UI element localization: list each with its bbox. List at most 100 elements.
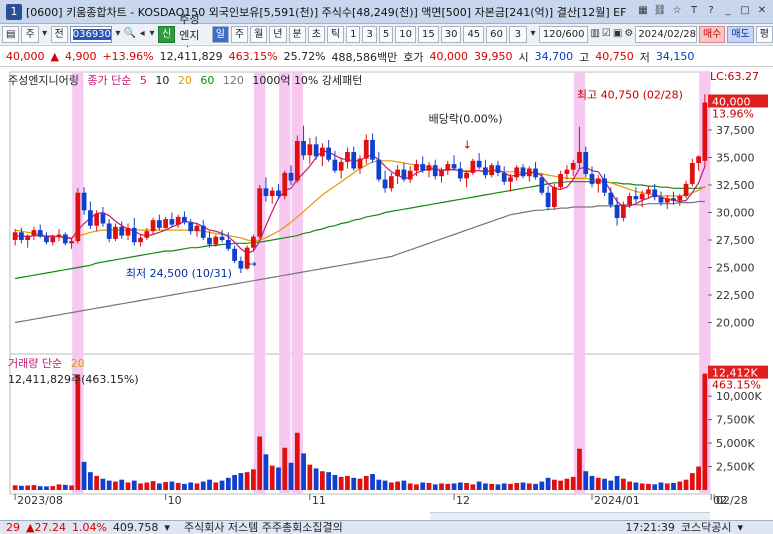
grid-toggle-icon[interactable]: ▤ (2, 26, 20, 43)
minute-15-button[interactable]: 15 (417, 26, 439, 43)
candle-body (520, 167, 526, 177)
candle-body (646, 189, 651, 194)
candle-body (451, 164, 457, 169)
grid-icon[interactable]: ▦ (636, 4, 650, 18)
gear-icon[interactable]: ⚙ (624, 26, 633, 43)
stock-code-input[interactable]: 036930 (69, 26, 112, 43)
period-main-button[interactable]: 주 (21, 26, 39, 43)
news-ticker[interactable]: 주식회사 저스템 주주총회소집결의 (184, 521, 343, 534)
high-label: 고 (579, 50, 590, 64)
volume-bar (307, 464, 313, 490)
highlight-column (573, 72, 586, 354)
minute-60-button[interactable]: 60 (486, 26, 507, 43)
price-legend: 주성엔지니어링 종가 단순 5 10 20 60 120 1000억 10% 강… (8, 72, 367, 88)
minimize-icon[interactable]: _ (721, 4, 735, 18)
price-tick-label: 25,000 (716, 262, 755, 275)
minute-30-button[interactable]: 30 (440, 26, 462, 43)
minute-10-button[interactable]: 10 (395, 26, 416, 43)
minute-3-button[interactable]: 3 (362, 26, 377, 43)
help-icon[interactable]: ? (704, 4, 718, 18)
buy-button[interactable]: 매수 (698, 26, 726, 43)
candle-body (319, 147, 325, 157)
volume-bar (689, 473, 695, 490)
chevron-down-icon[interactable]: ▾ (164, 521, 170, 534)
period-day-button[interactable]: 일 (211, 26, 229, 43)
period-month-button[interactable]: 월 (250, 26, 268, 43)
volume-bar (526, 483, 532, 490)
font-icon[interactable]: T (687, 4, 701, 18)
chart-scrollbar[interactable] (430, 512, 710, 520)
chevron-down-icon[interactable]: ▾ (41, 26, 49, 43)
volume-bar (326, 472, 332, 490)
volume-bar (301, 453, 306, 490)
candle-body (200, 225, 206, 238)
prev-button[interactable]: 전 (50, 26, 68, 43)
volume-bar (545, 477, 551, 490)
period-year-button[interactable]: 년 (269, 26, 287, 43)
stock-code-value: 036930 (72, 29, 111, 40)
volume-bar (633, 482, 639, 490)
x-tick-label: 10 (168, 494, 182, 507)
volume-bar (664, 483, 670, 490)
period-second-button[interactable]: 초 (307, 26, 325, 43)
settings-icon[interactable]: ▾ (148, 26, 156, 43)
lc-label: LC:63.27 (710, 70, 759, 83)
candle-body (251, 236, 256, 248)
volume-bar (75, 374, 81, 490)
layout-icon[interactable]: ▣ (613, 26, 622, 43)
date-input[interactable]: 2024/02/28 (635, 26, 697, 43)
count-select[interactable]: 3 (508, 26, 528, 43)
eval-button[interactable]: 평 (755, 26, 773, 43)
candle-body (564, 169, 570, 174)
price-change: 4,900 (64, 50, 97, 63)
volume-bar (338, 476, 344, 490)
candle-body (589, 174, 595, 184)
candle-body (75, 192, 81, 242)
low-arrow: → (247, 258, 256, 271)
x-tick-label: 12 (456, 494, 470, 507)
minute-1-button[interactable]: 1 (346, 26, 361, 43)
volume-pct-tag: 463.15% (712, 379, 761, 392)
range-input[interactable]: 120/600 (538, 26, 589, 43)
period-week-button[interactable]: 주 (230, 26, 249, 43)
minute-5-button[interactable]: 5 (378, 26, 394, 43)
turnover-value: 25.72% (283, 50, 326, 63)
legend-ma60: 60 (200, 74, 215, 87)
dividend-annotation: 배당락(0.00%) (429, 112, 503, 125)
chevron-down-icon[interactable]: ▾ (529, 26, 537, 43)
stock-chart[interactable]: 20,000 22,500 25,000 27,500 30,000 32,500 35,0… (0, 68, 773, 534)
volume-bar (558, 480, 564, 490)
close-icon[interactable]: ✕ (755, 4, 769, 18)
volume-bar (696, 466, 701, 490)
volume-bar (470, 484, 476, 490)
candle-body (169, 219, 175, 225)
maximize-icon[interactable]: □ (738, 4, 752, 18)
sell-button[interactable]: 매도 (727, 26, 754, 43)
volume-bar (414, 484, 419, 490)
market-select[interactable]: 코스닥공시 (681, 521, 732, 534)
pin-icon[interactable]: ☆ (670, 4, 684, 18)
minute-45-button[interactable]: 45 (463, 26, 485, 43)
speaker-icon[interactable]: ◂ (138, 26, 146, 43)
candle-body (476, 160, 482, 168)
volume-bar (62, 484, 68, 490)
zoom-icon[interactable]: ▥ (590, 26, 599, 43)
candle-body (125, 227, 131, 236)
period-minute-button[interactable]: 분 (288, 26, 306, 43)
link-icon[interactable]: ⛓ (653, 4, 667, 18)
candle-body (439, 170, 444, 177)
volume-bar (439, 483, 444, 490)
chevron-down-icon[interactable]: ▾ (737, 521, 743, 534)
chevron-down-icon[interactable]: ▾ (114, 26, 122, 43)
price-tick-label: 20,000 (716, 317, 755, 330)
search-icon[interactable]: 🔍 (124, 26, 136, 43)
candle-body (470, 160, 476, 173)
volume-bar (646, 483, 651, 490)
volume-bar (476, 481, 482, 490)
low-value: 34,150 (655, 50, 695, 63)
volume-bar (156, 483, 162, 490)
check-icon[interactable]: ☑ (602, 26, 611, 43)
period-tick-button[interactable]: 틱 (326, 26, 345, 43)
volume-ratio: 463.15% (228, 50, 278, 63)
candle-body (56, 234, 62, 237)
